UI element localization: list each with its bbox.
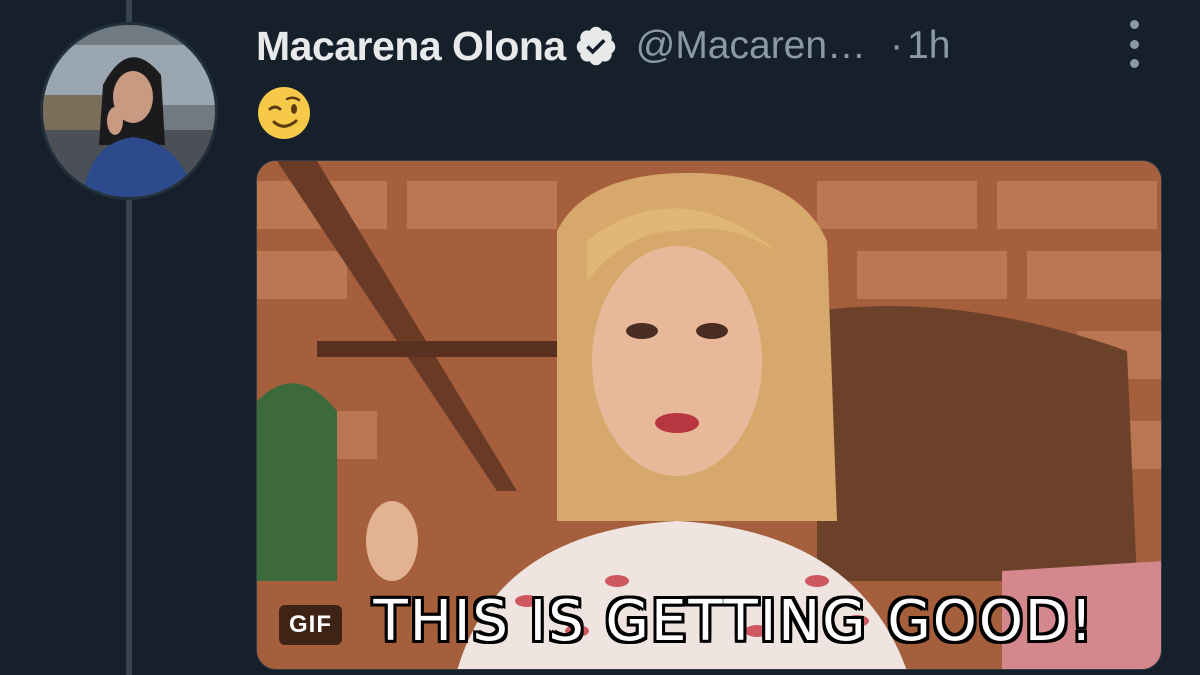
avatar[interactable] [40, 22, 218, 200]
display-name[interactable]: Macarena Olona [256, 23, 566, 70]
verified-badge-icon [576, 26, 615, 66]
more-dot [1129, 20, 1139, 29]
gif-badge: GIF [279, 605, 342, 645]
gif-caption: THIS IS GETTING GOOD! [373, 589, 1095, 654]
avatar-photo [43, 25, 215, 197]
winking-face-emoji [258, 87, 310, 139]
more-dot [1129, 59, 1139, 68]
tweet-header: Macarena Olona @Macaren… · 1h [256, 18, 950, 74]
gif-media[interactable]: THIS IS GETTING GOOD! GIF [256, 160, 1162, 670]
handle[interactable]: @Macaren… [636, 24, 866, 68]
more-dot [1129, 39, 1139, 49]
more-options-icon[interactable] [1120, 20, 1148, 68]
timestamp[interactable]: 1h [907, 24, 950, 68]
separator: · [890, 24, 904, 67]
